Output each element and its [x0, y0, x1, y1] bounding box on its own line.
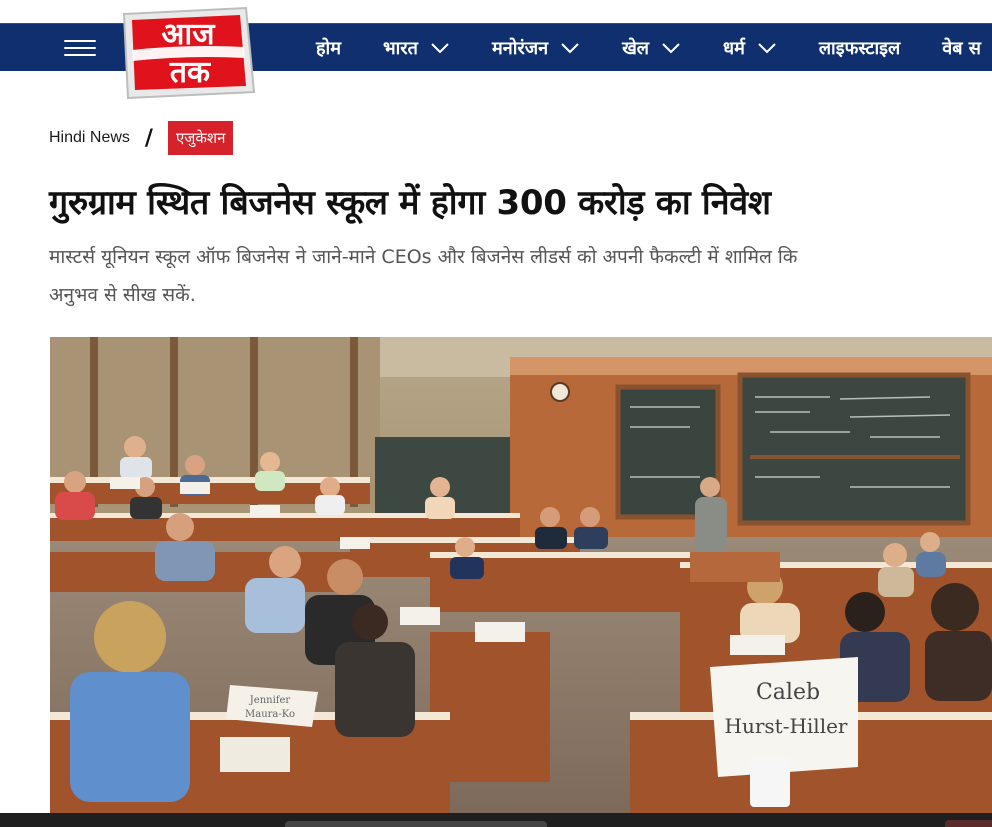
chevron-down-icon	[431, 42, 449, 53]
nav-item-label: लाइफस्टाइल	[818, 37, 901, 59]
summary-line: मास्टर्स यूनियन स्कूल ऑफ बिजनेस ने जाने-…	[49, 246, 798, 268]
scroll-indicator	[285, 821, 547, 827]
breadcrumb-separator: /	[144, 125, 153, 151]
corner-widget	[945, 820, 992, 827]
nav-item-home[interactable]: होम	[316, 36, 341, 60]
main-nav: होम भारत मनोरंजन खेल धर्म लाइफस्टाइल वेब…	[316, 24, 992, 71]
nav-item-label: होम	[316, 37, 341, 59]
nav-item-india[interactable]: भारत	[383, 36, 450, 60]
nav-item-sports[interactable]: खेल	[622, 36, 681, 60]
nav-item-label: मनोरंजन	[491, 37, 549, 59]
chevron-down-icon	[758, 42, 776, 53]
classroom-photo: Caleb Hurst-Hiller Jennifer Maura-Ko	[50, 337, 992, 813]
article-summary: मास्टर्स यूनियन स्कूल ऑफ बिजनेस ने जाने-…	[49, 238, 992, 314]
nav-item-label: धर्म	[723, 37, 745, 59]
chevron-down-icon	[561, 42, 579, 53]
breadcrumb: Hindi News / एजुकेशन	[49, 121, 234, 155]
name-card-line1: Caleb	[756, 680, 820, 705]
nav-item-label: वेब स	[942, 37, 981, 59]
chevron-down-icon	[662, 42, 680, 53]
nav-item-entertainment[interactable]: मनोरंजन	[492, 36, 580, 60]
nav-item-web-stories[interactable]: वेब स	[942, 36, 981, 60]
small-name-card-2: Maura-Ko	[245, 709, 295, 720]
name-card-line2: Hurst-Hiller	[725, 714, 848, 738]
bottom-bar	[0, 813, 992, 827]
nav-item-lifestyle[interactable]: लाइफस्टाइल	[819, 36, 900, 60]
breadcrumb-home-link[interactable]: Hindi News	[49, 129, 130, 147]
nav-item-religion[interactable]: धर्म	[723, 36, 777, 60]
hamburger-menu-icon[interactable]	[64, 40, 96, 58]
nav-item-label: भारत	[382, 37, 418, 59]
summary-line: अनुभव से सीख सकें.	[49, 284, 196, 306]
article-headline: गुरुग्राम स्थित बिजनेस स्कूल में होगा 30…	[49, 183, 771, 223]
svg-text:आज: आज	[162, 17, 217, 52]
small-name-card-1: Jennifer	[249, 695, 291, 706]
aajtak-logo[interactable]: आज तक	[118, 0, 258, 100]
svg-text:तक: तक	[169, 55, 211, 90]
category-badge[interactable]: एजुकेशन	[167, 121, 234, 155]
nav-item-label: खेल	[622, 37, 649, 59]
article-hero-image[interactable]: Caleb Hurst-Hiller Jennifer Maura-Ko	[50, 337, 992, 813]
